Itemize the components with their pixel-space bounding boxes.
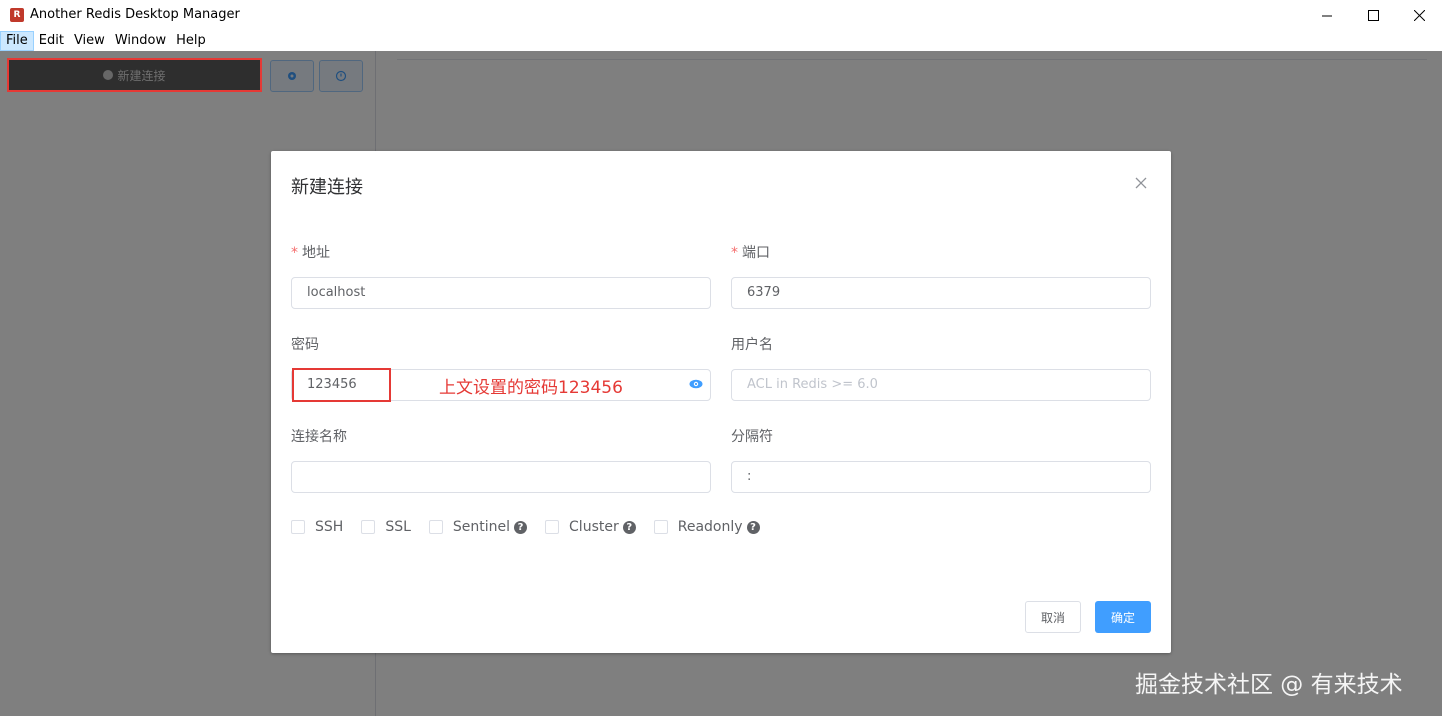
username-label: 用户名	[731, 337, 773, 353]
question-icon[interactable]: ?	[622, 520, 636, 534]
menu-window[interactable]: Window	[110, 31, 171, 51]
required-mark: *	[291, 245, 298, 261]
question-icon[interactable]: ?	[746, 520, 760, 534]
maximize-icon	[1367, 10, 1379, 21]
checkbox-box[interactable]	[653, 520, 668, 534]
ssl-checkbox[interactable]: SSL	[361, 519, 411, 535]
checkbox-box[interactable]	[428, 520, 443, 534]
eye-icon[interactable]	[689, 379, 703, 389]
checkbox-box[interactable]	[361, 520, 376, 534]
minimize-icon	[1321, 15, 1332, 17]
password-annotation-text: 上文设置的密码123456	[439, 378, 623, 398]
cluster-label: Cluster	[569, 519, 619, 535]
ok-button[interactable]: 确定	[1095, 601, 1151, 633]
menu-view[interactable]: View	[69, 31, 110, 51]
host-label: * 地址	[291, 245, 330, 261]
readonly-label: Readonly	[677, 519, 743, 535]
ssh-label: SSH	[315, 519, 344, 535]
menu-bar: File Edit View Window Help	[0, 31, 1442, 51]
maximize-button[interactable]	[1350, 0, 1396, 31]
password-label: 密码	[291, 337, 319, 353]
separator-input[interactable]: :	[731, 461, 1151, 493]
watermark-text: 掘金技术社区 @ 有来技术	[1135, 672, 1403, 698]
close-window-button[interactable]	[1396, 0, 1442, 31]
close-icon	[1413, 10, 1425, 21]
password-annotation-box	[292, 368, 391, 402]
close-icon	[1135, 177, 1147, 189]
menu-file[interactable]: File	[0, 31, 34, 51]
minimize-button[interactable]	[1304, 0, 1350, 31]
dialog-close-button[interactable]	[1135, 173, 1147, 194]
ssl-label: SSL	[385, 519, 411, 535]
cluster-checkbox[interactable]: Cluster ?	[545, 519, 636, 535]
cancel-button[interactable]: 取消	[1025, 601, 1081, 633]
host-input[interactable]: localhost	[291, 277, 711, 309]
dialog-title: 新建连接	[291, 177, 363, 198]
options-row: SSH SSL Sentinel ? Cluster ? Readonly ?	[291, 518, 778, 536]
new-connection-highlight	[7, 58, 262, 92]
username-input[interactable]: ACL in Redis >= 6.0	[731, 369, 1151, 401]
question-icon[interactable]: ?	[514, 520, 528, 534]
checkbox-box[interactable]	[291, 520, 305, 534]
title-bar: R Another Redis Desktop Manager	[0, 0, 1442, 31]
window-title: Another Redis Desktop Manager	[30, 7, 240, 22]
required-mark: *	[731, 245, 738, 261]
readonly-checkbox[interactable]: Readonly ?	[653, 519, 760, 535]
sentinel-label: Sentinel	[452, 519, 511, 535]
port-label: * 端口	[731, 245, 770, 261]
new-connection-dialog: 新建连接 * 地址 localhost * 端口 6379 密码 123456 上文…	[271, 151, 1171, 653]
redis-logo-icon: R	[10, 8, 24, 22]
separator-label: 分隔符	[731, 429, 773, 445]
sentinel-checkbox[interactable]: Sentinel ?	[428, 519, 528, 535]
ssh-checkbox[interactable]: SSH	[291, 519, 343, 535]
connection-name-input[interactable]	[291, 461, 711, 493]
connection-name-label: 连接名称	[291, 429, 347, 445]
menu-help[interactable]: Help	[171, 31, 211, 51]
checkbox-box[interactable]	[545, 520, 560, 534]
menu-edit[interactable]: Edit	[34, 31, 69, 51]
port-input[interactable]: 6379	[731, 277, 1151, 309]
